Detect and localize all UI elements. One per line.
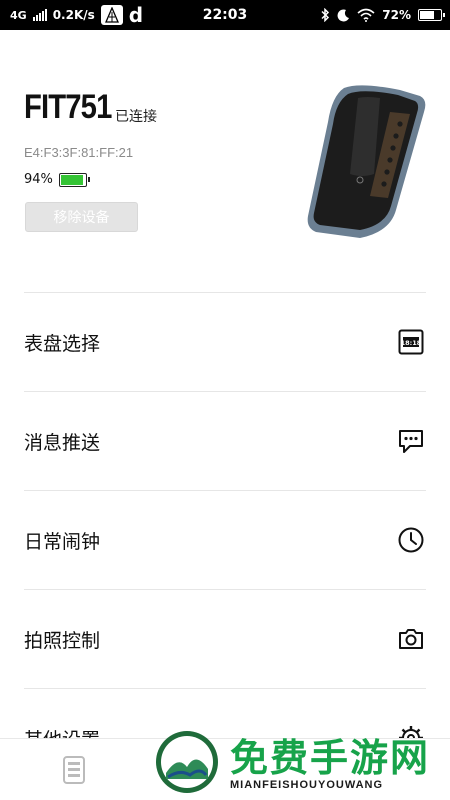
device-battery-text: 94% [24, 172, 53, 187]
watermark-title: 免费手游网 [230, 736, 431, 780]
app-icon [100, 5, 123, 25]
menu-item-label: 日常闹钟 [24, 531, 101, 553]
camera-icon [399, 629, 423, 649]
status-bar: 4G 0.2K/s d 22:03 72% [0, 0, 450, 30]
message-icon [399, 430, 423, 453]
wifi-icon [357, 8, 375, 22]
network-speed: 0.2K/s [52, 8, 95, 22]
fitness-band-image [307, 85, 426, 238]
watermark-subtitle: MIANFEISHOUYOUWANG [230, 779, 384, 791]
watch-face-icon: 18:18 [398, 329, 424, 355]
signal-icon [32, 9, 47, 21]
device-battery: 94% [24, 172, 90, 187]
svg-text:18:18: 18:18 [401, 339, 422, 347]
menu-item-label: 消息推送 [24, 432, 101, 454]
device-battery-icon [58, 172, 90, 187]
settings-menu: 表盘选择 18:18 消息推送 日常闹钟 拍照控制 其他设置 [24, 292, 426, 787]
device-name: FIT751 [24, 88, 112, 126]
remove-device-button[interactable]: 移除设备 [25, 202, 138, 232]
device-icon[interactable] [60, 755, 88, 785]
watermark-logo-icon [156, 731, 218, 793]
status-battery-text: 72% [382, 8, 411, 22]
status-left: 4G 0.2K/s d [10, 0, 143, 30]
menu-item-message-push[interactable]: 消息推送 [24, 391, 426, 490]
app-glyph: d [128, 3, 144, 27]
moon-icon [337, 8, 350, 21]
mac-address: E4:F3:3F:81:FF:21 [24, 145, 134, 160]
menu-item-watch-face[interactable]: 表盘选择 18:18 [24, 292, 426, 391]
menu-item-alarm[interactable]: 日常闹钟 [24, 490, 426, 589]
clock-icon [398, 527, 424, 553]
status-right: 72% [320, 0, 445, 30]
battery-icon [418, 9, 445, 21]
watermark: 免费手游网 MIANFEISHOUYOUWANG [150, 725, 450, 800]
menu-item-camera-control[interactable]: 拍照控制 [24, 589, 426, 688]
bluetooth-icon [321, 8, 330, 22]
menu-item-label: 拍照控制 [24, 630, 101, 652]
network-type: 4G [10, 8, 27, 22]
menu-item-label: 表盘选择 [24, 333, 101, 355]
connection-status: 已连接 [115, 109, 157, 125]
